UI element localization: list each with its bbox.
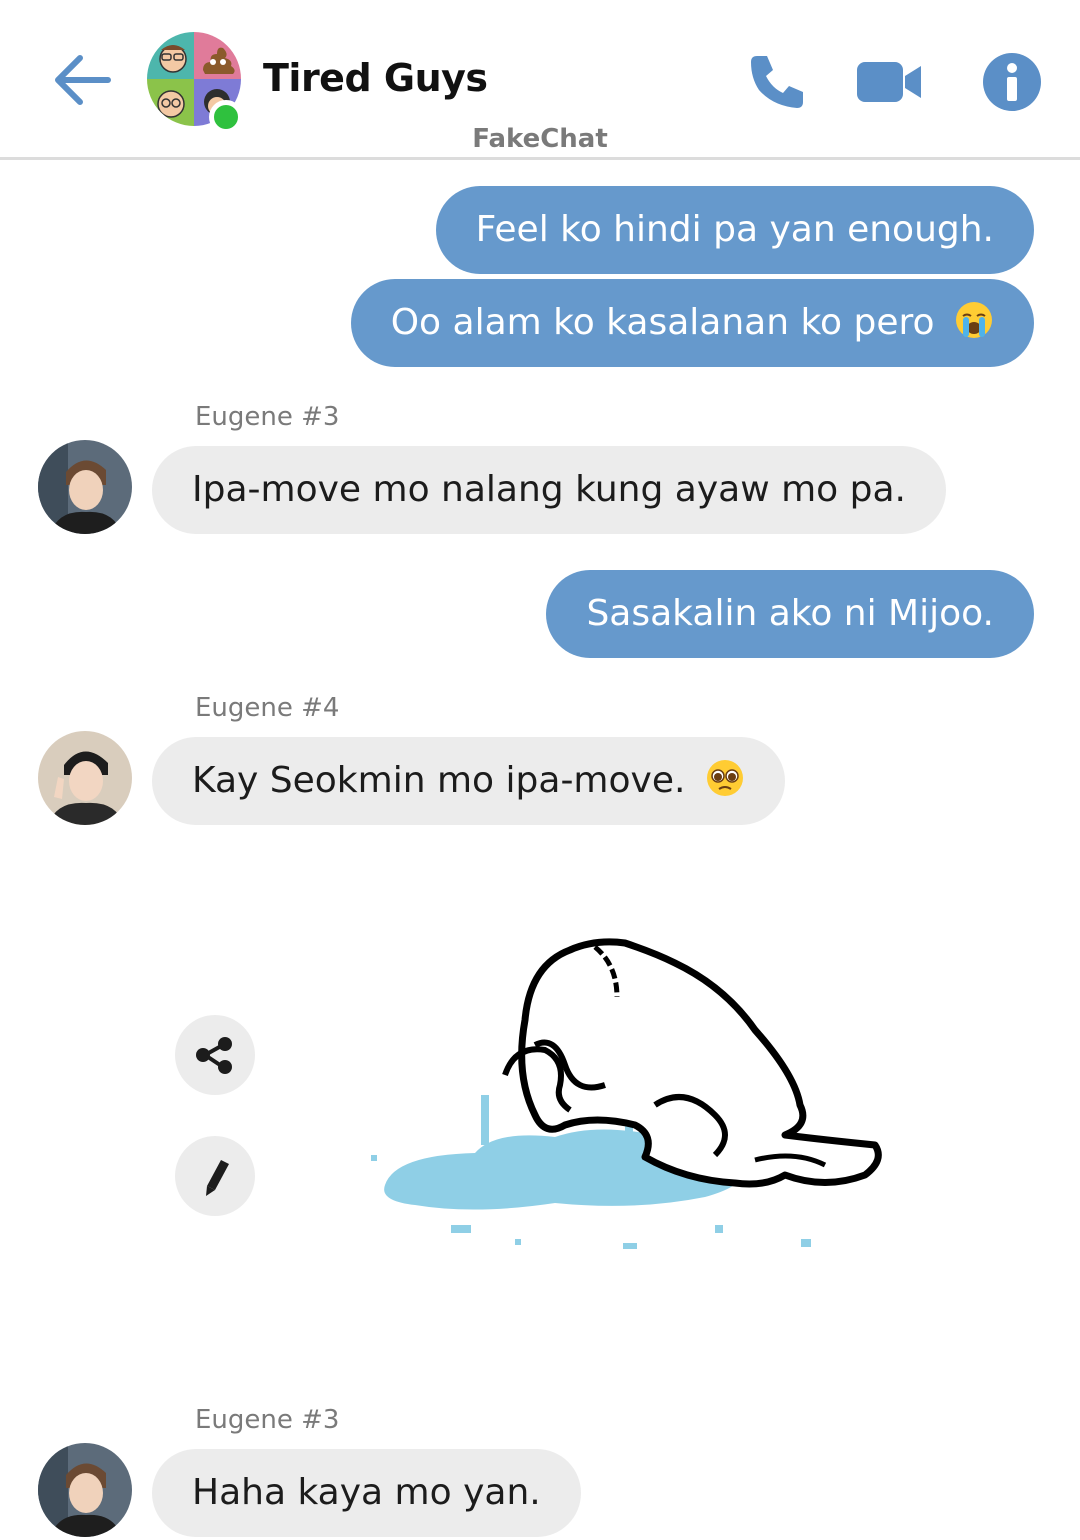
info-icon[interactable] bbox=[980, 50, 1044, 114]
message-text: Feel ko hindi pa yan enough. bbox=[475, 209, 994, 250]
pleading-face-emoji bbox=[705, 743, 745, 796]
avatar[interactable] bbox=[38, 440, 132, 534]
phone-icon[interactable] bbox=[745, 50, 809, 114]
incoming-message[interactable]: Ipa-move mo nalang kung ayaw mo pa. bbox=[152, 446, 946, 534]
sender-name: Eugene #3 bbox=[195, 1405, 340, 1435]
sender-name: Eugene #3 bbox=[195, 402, 340, 432]
conversation-title[interactable]: Tired Guys bbox=[263, 56, 488, 100]
incoming-message[interactable]: Haha kaya mo yan. bbox=[152, 1449, 581, 1537]
watermark: FakeChat bbox=[472, 124, 608, 154]
message-text: Sasakalin ako ni Mijoo. bbox=[586, 593, 994, 634]
back-arrow-icon[interactable] bbox=[50, 48, 114, 112]
edit-button[interactable] bbox=[175, 1136, 255, 1216]
message-text: Oo alam ko kasalanan ko pero bbox=[390, 302, 935, 343]
outgoing-message[interactable]: Oo alam ko kasalanan ko pero bbox=[350, 279, 1034, 367]
incoming-message[interactable]: Kay Seokmin mo ipa-move. bbox=[152, 737, 785, 825]
avatar[interactable] bbox=[38, 1443, 132, 1537]
outgoing-message[interactable]: Feel ko hindi pa yan enough. bbox=[435, 186, 1034, 274]
chat-header: Tired Guys FakeChat bbox=[0, 0, 1080, 160]
message-text: Ipa-move mo nalang kung ayaw mo pa. bbox=[192, 469, 906, 510]
pencil-icon bbox=[206, 1160, 229, 1196]
message-text: Haha kaya mo yan. bbox=[192, 1472, 541, 1513]
video-camera-icon[interactable] bbox=[855, 50, 921, 114]
message-text: Kay Seokmin mo ipa-move. bbox=[192, 760, 686, 801]
avatar[interactable] bbox=[38, 731, 132, 825]
share-button[interactable] bbox=[175, 1015, 255, 1095]
sender-name: Eugene #4 bbox=[195, 693, 340, 723]
crying-puddle-sticker[interactable] bbox=[355, 925, 895, 1260]
share-icon bbox=[196, 1037, 232, 1074]
outgoing-message[interactable]: Sasakalin ako ni Mijoo. bbox=[546, 570, 1034, 658]
loudly-crying-face-emoji bbox=[954, 285, 994, 338]
